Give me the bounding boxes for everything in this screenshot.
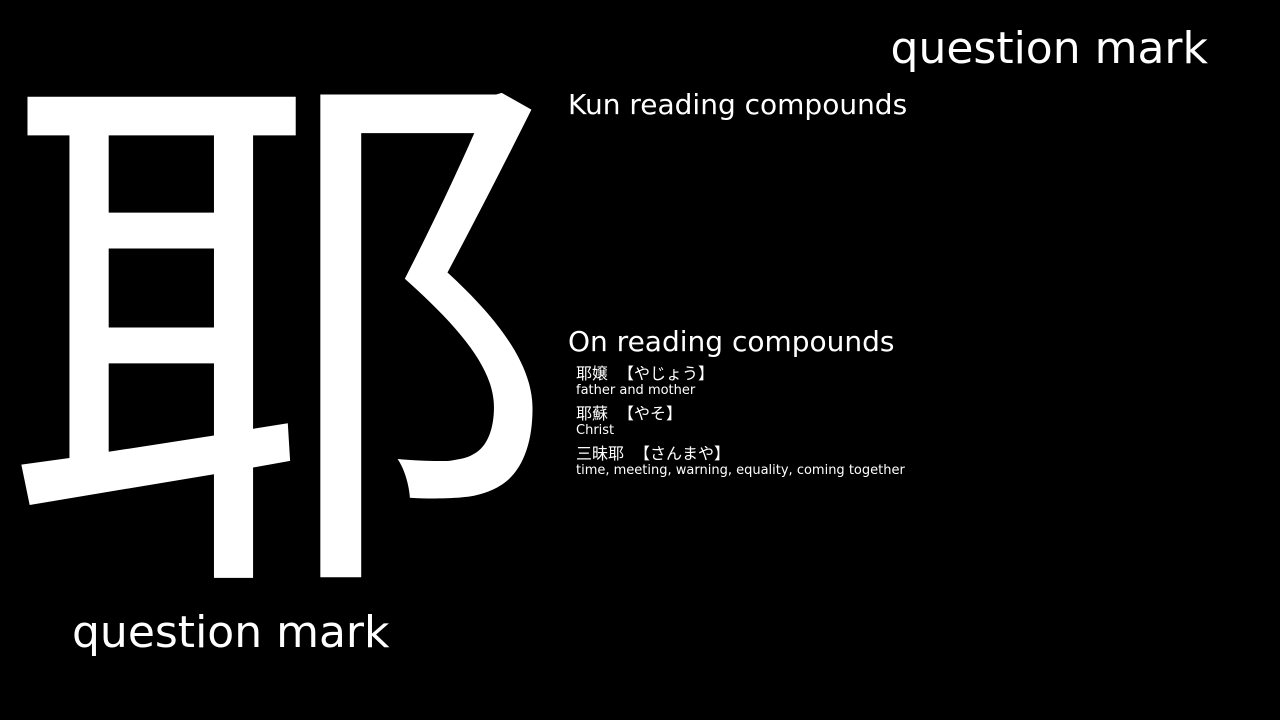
meaning-label-top: question mark xyxy=(890,23,1208,74)
compound-reading: 【やそ】 xyxy=(618,404,683,423)
compound-word: 耶嬢 xyxy=(576,364,609,383)
compound-word: 耶蘇 xyxy=(576,404,609,423)
compound-item: 三昧耶 【さんまや】 time, meeting, warning, equali… xyxy=(576,444,1256,478)
meaning-label-bottom: question mark xyxy=(72,607,390,658)
on-compound-list: 耶嬢 【やじょう】 father and mother 耶蘇 【やそ】 Christ… xyxy=(576,364,1256,484)
compound-item: 耶嬢 【やじょう】 father and mother xyxy=(576,364,1256,398)
compound-item: 耶蘇 【やそ】 Christ xyxy=(576,404,1256,438)
compound-gloss: father and mother xyxy=(576,383,696,398)
compound-reading: 【さんまや】 xyxy=(634,444,731,463)
compound-gloss: time, meeting, warning, equality, coming… xyxy=(576,463,905,478)
kanji-character: 耶 xyxy=(0,14,560,666)
compound-gloss: Christ xyxy=(576,423,615,438)
compound-word: 三昧耶 xyxy=(576,444,625,463)
kun-reading-heading: Kun reading compounds xyxy=(568,88,908,121)
compound-reading: 【やじょう】 xyxy=(618,364,715,383)
on-reading-heading: On reading compounds xyxy=(568,325,895,358)
